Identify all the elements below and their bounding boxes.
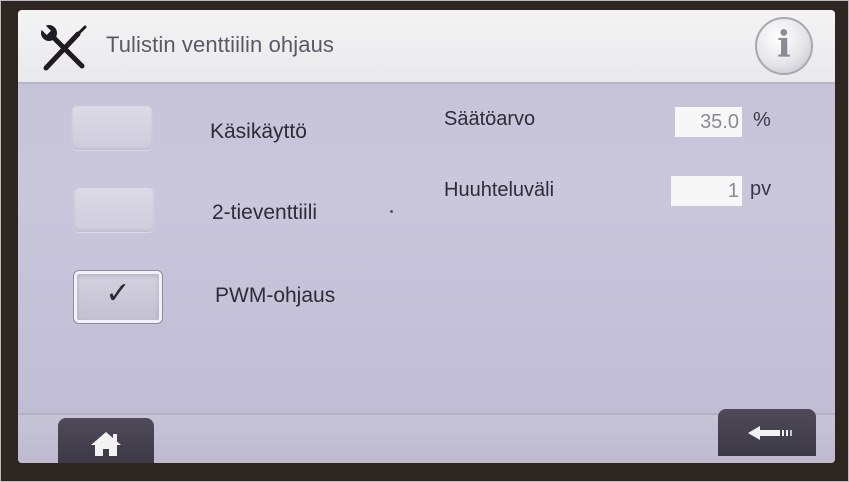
home-button[interactable] bbox=[58, 418, 154, 463]
param-label-saatoarvo: Säätöarvo bbox=[444, 108, 536, 130]
saatoarvo-value-field[interactable]: 35.0 bbox=[675, 107, 742, 137]
checkbox-kasikaytto[interactable] bbox=[72, 106, 152, 150]
page-title: Tulistin venttiilin ohjaus bbox=[106, 32, 335, 57]
param-label-huuhteluvali: Huuhteluväli bbox=[444, 179, 555, 201]
title-bar: Tulistin venttiilin ohjaus i bbox=[18, 10, 835, 84]
huuhteluvali-value-field[interactable]: 1 bbox=[671, 176, 742, 206]
home-icon bbox=[91, 432, 121, 456]
touch-screen: Tulistin venttiilin ohjaus i Käsikäyttö … bbox=[18, 10, 835, 463]
checkmark-icon: ✓ bbox=[105, 276, 131, 311]
info-icon: i bbox=[777, 24, 791, 66]
wrench-screwdriver-icon[interactable] bbox=[38, 24, 90, 72]
info-button[interactable]: i bbox=[755, 17, 813, 75]
option-label-pwm-ohjaus: PWM-ohjaus bbox=[215, 284, 336, 307]
device-frame: Tulistin venttiilin ohjaus i Käsikäyttö … bbox=[0, 0, 849, 482]
huuhteluvali-unit: pv bbox=[750, 178, 772, 200]
checkbox-2-tieventtiili[interactable] bbox=[74, 188, 154, 232]
option-label-2-tieventtiili: 2-tieventtiili bbox=[212, 201, 318, 224]
option-label-kasikaytto: Käsikäyttö bbox=[210, 120, 307, 143]
back-button[interactable] bbox=[718, 409, 816, 456]
saatoarvo-unit: % bbox=[753, 109, 771, 131]
screen-speck bbox=[390, 210, 393, 213]
back-arrow-icon bbox=[748, 426, 792, 440]
checkbox-pwm-ohjaus[interactable]: ✓ bbox=[74, 271, 162, 323]
